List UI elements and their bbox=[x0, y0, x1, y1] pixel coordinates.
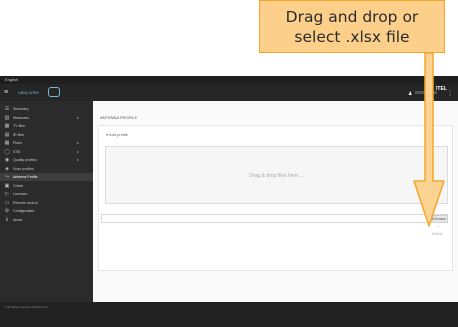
sidebar-item-label: Quality profiles bbox=[13, 158, 37, 162]
chevron-right-icon: ▸ bbox=[77, 114, 80, 120]
callout-text: Drag and drop or select .xlsx file bbox=[260, 7, 444, 47]
sidebar-item-label: Scan profiles bbox=[13, 166, 34, 171]
language-bar: English bbox=[0, 76, 458, 84]
info-icon: ℹ bbox=[6, 216, 8, 223]
sidebar-item[interactable]: ☰ Summary bbox=[0, 105, 93, 113]
sidebar-item-label: Remote control bbox=[13, 200, 38, 205]
brand-mark-icon bbox=[48, 87, 60, 97]
callout-line-1: Drag and drop or bbox=[285, 8, 419, 26]
user-icon[interactable]: ♟ bbox=[408, 91, 412, 97]
add-profile-label: Add profile bbox=[108, 132, 129, 137]
hamburger-menu-icon[interactable]: ≡ bbox=[4, 89, 8, 96]
license-icon: ▷ bbox=[5, 191, 9, 197]
sidebar-item-label: IR files bbox=[13, 132, 24, 137]
antenna-profile-panel: ▾ Add profile Drag & drop files here ...… bbox=[98, 125, 453, 271]
sidebar-item-label: Measures bbox=[13, 115, 29, 120]
app-header: ≡ UBIQ WISE ITEL ♟ ⋮ bbox=[0, 84, 458, 101]
kebab-icon[interactable]: ⋮ bbox=[447, 90, 453, 97]
box-icon: ◯ bbox=[4, 148, 10, 155]
brand-tail-text: ITEL bbox=[436, 86, 447, 92]
footer: © All rights reserved. Sefram S.L. bbox=[0, 302, 458, 327]
sidebar-item[interactable]: ℹ About bbox=[0, 216, 93, 224]
chevron-down-icon: ▾ bbox=[106, 132, 109, 137]
sidebar-item[interactable]: ▷ Licenses bbox=[0, 190, 93, 198]
sidebar-item-label: Licenses bbox=[13, 192, 28, 196]
file-dropzone[interactable]: Drag & drop files here ... bbox=[105, 146, 448, 204]
sidebar-item-label: Configuration bbox=[13, 209, 35, 213]
sidebar-item-label: Check bbox=[13, 183, 24, 188]
sidebar-item[interactable]: ◈ Scan profiles bbox=[0, 165, 93, 173]
callout-line-2: select .xlsx file bbox=[294, 28, 410, 46]
sidebar-item-label: Summary bbox=[13, 107, 29, 111]
app-window: English ≡ UBIQ WISE ITEL ♟ ⋮ ☰ Summary ▥ Me… bbox=[0, 76, 458, 327]
check-icon: ▣ bbox=[4, 182, 10, 189]
user-name[interactable] bbox=[415, 91, 437, 94]
callout-box: Drag and drop or select .xlsx file bbox=[259, 0, 445, 53]
add-profile-toggle[interactable]: ▾ Add profile bbox=[106, 132, 128, 137]
table-icon: ▦ bbox=[4, 123, 10, 129]
main-content: ANTENNA PROFILE ▾ Add profile Drag & dro… bbox=[93, 101, 458, 302]
sidebar: ☰ Summary ▥ Measures ▸ ▦ TV files ▤ IR files ▦ Pla… bbox=[0, 101, 93, 327]
sidebar-item[interactable]: ▤ IR files bbox=[0, 131, 93, 139]
antenna-icon: ↪ bbox=[4, 174, 10, 180]
scan-icon: ◈ bbox=[5, 165, 9, 172]
sidebar-item[interactable]: ⚙ Configuration bbox=[0, 207, 93, 215]
list-icon: ☰ bbox=[4, 106, 10, 112]
badge-icon: ◉ bbox=[4, 157, 10, 163]
language-label[interactable]: English bbox=[5, 77, 18, 82]
chevron-right-icon: ▸ bbox=[77, 148, 80, 154]
brand-logo: UBIQ WISE bbox=[18, 90, 40, 95]
browse-button[interactable]: ▤ Browse ... bbox=[428, 215, 448, 228]
sidebar-item-label: About bbox=[13, 217, 23, 222]
page-title: ANTENNA PROFILE bbox=[100, 115, 138, 120]
sidebar-item[interactable]: ▭ Remote control bbox=[0, 199, 93, 207]
sidebar-item[interactable]: ▦ Plans ▸ bbox=[0, 139, 93, 147]
sidebar-item-label: Plans bbox=[13, 141, 22, 145]
remote-icon: ▭ bbox=[4, 199, 10, 206]
sidebar-item[interactable]: ▥ Measures ▸ bbox=[0, 114, 93, 122]
chart-icon: ▥ bbox=[4, 114, 10, 121]
table-icon: ▤ bbox=[4, 131, 10, 138]
folder-icon: ▤ bbox=[430, 217, 434, 221]
sidebar-item[interactable]: ▦ TV files bbox=[0, 122, 93, 130]
sidebar-item-label: Antenna Profile bbox=[13, 175, 38, 179]
sidebar-item[interactable]: ◯ STB ▸ bbox=[0, 148, 93, 156]
sidebar-item[interactable]: ◉ Quality profiles ▸ bbox=[0, 156, 93, 164]
sidebar-item-label: STB bbox=[13, 149, 20, 154]
dropzone-text: Drag & drop files here ... bbox=[249, 173, 304, 179]
copyright-text: © All rights reserved. Sefram S.L. bbox=[4, 305, 49, 309]
file-path-field[interactable] bbox=[101, 214, 448, 223]
submit-button[interactable]: Submit bbox=[427, 230, 447, 238]
sidebar-item-label: TV files bbox=[13, 124, 25, 128]
browse-label: Browse ... bbox=[434, 217, 446, 228]
screenshot-stage: English ≡ UBIQ WISE ITEL ♟ ⋮ ☰ Summary ▥ Me… bbox=[0, 0, 458, 327]
chevron-right-icon: ▸ bbox=[77, 140, 80, 145]
sidebar-item[interactable]: ▣ Check bbox=[0, 182, 93, 190]
chevron-right-icon: ▸ bbox=[77, 157, 80, 162]
sidebar-item[interactable]: ↪ Antenna Profile bbox=[0, 173, 93, 181]
gear-icon: ⚙ bbox=[4, 208, 10, 214]
grid-icon: ▦ bbox=[4, 140, 10, 146]
